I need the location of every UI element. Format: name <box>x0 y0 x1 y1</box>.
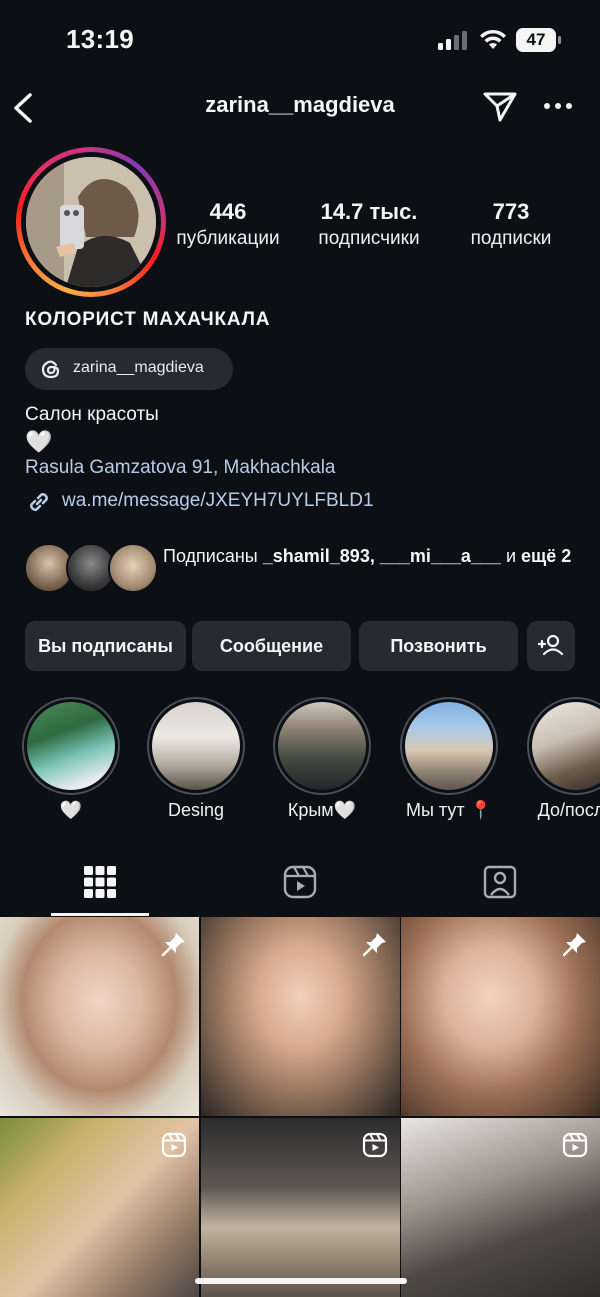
post-thumbnail[interactable] <box>401 1118 600 1297</box>
followed-by-names: _shamil_893, ___mi___a___ <box>262 546 501 566</box>
post-thumbnail[interactable] <box>0 1118 199 1297</box>
add-person-icon <box>537 634 564 656</box>
stat-followers-label: подписчики <box>318 228 420 249</box>
reel-icon <box>362 1132 388 1158</box>
highlight-label: Мы тут 📍 <box>405 800 493 820</box>
profile-address-link[interactable]: Rasula Gamzatova 91, Makhachkala <box>25 457 336 479</box>
highlight-cover <box>278 702 366 790</box>
followed-by-text[interactable]: Подписаны _shamil_893, ___mi___a___ и ещ… <box>163 543 583 569</box>
post-thumbnail[interactable] <box>201 1118 400 1297</box>
tab-tagged[interactable] <box>400 855 600 917</box>
threads-icon <box>41 360 60 379</box>
pin-icon <box>362 933 386 957</box>
highlight-label: Desing <box>167 800 225 820</box>
highlight-label: 🤍 <box>59 800 83 820</box>
reel-icon <box>562 1132 588 1158</box>
stat-followers-value: 14.7 тыс. <box>320 199 418 224</box>
post-thumbnail[interactable] <box>201 917 400 1116</box>
status-time: 13:19 <box>66 24 134 54</box>
stat-posts[interactable]: 446 публикации <box>168 198 288 252</box>
call-button[interactable]: Позвонить <box>359 621 518 671</box>
stat-following-value: 773 <box>492 199 530 224</box>
back-arrow-icon[interactable] <box>8 86 44 130</box>
highlight-label: Крым🤍 <box>287 800 357 820</box>
posts-grid <box>0 917 600 1297</box>
threads-badge[interactable]: zarina__magdieva <box>25 348 233 390</box>
message-button[interactable]: Сообщение <box>192 621 351 671</box>
battery-icon: 47 <box>516 28 562 52</box>
followed-by-more: ещё 2 <box>521 546 572 566</box>
wifi-icon <box>480 29 506 49</box>
send-icon[interactable] <box>480 86 520 126</box>
reel-icon <box>161 1132 187 1158</box>
pin-icon <box>161 933 185 957</box>
grid-icon <box>84 866 116 898</box>
suggest-people-button[interactable] <box>527 621 575 671</box>
profile-category: Салон красоты <box>25 404 159 425</box>
link-icon <box>30 493 48 511</box>
followed-by-joiner: и <box>500 546 522 566</box>
cellular-signal-icon <box>438 31 467 50</box>
highlight-cover <box>405 702 493 790</box>
followed-by-prefix: Подписаны <box>163 546 263 566</box>
stat-following[interactable]: 773 подписки <box>452 198 570 252</box>
highlight-label: До/после <box>537 800 600 820</box>
highlight-cover <box>152 702 240 790</box>
post-thumbnail[interactable] <box>0 917 199 1116</box>
highlight-cover <box>27 702 115 790</box>
reels-icon <box>283 865 317 899</box>
threads-handle: zarina__magdieva <box>73 359 204 376</box>
pin-icon <box>562 933 586 957</box>
bio-emoji: 🤍 <box>25 429 53 454</box>
avatar <box>108 543 158 593</box>
tagged-icon <box>483 865 517 899</box>
battery-level: 47 <box>526 30 546 49</box>
more-options-icon[interactable] <box>538 86 578 126</box>
avatar <box>26 157 156 287</box>
status-bar: 13:19 47 <box>0 0 600 80</box>
tab-posts-grid[interactable] <box>0 855 200 917</box>
following-button[interactable]: Вы подписаны <box>25 621 186 671</box>
active-tab-indicator <box>51 913 149 916</box>
stat-followers[interactable]: 14.7 тыс. подписчики <box>303 198 435 252</box>
tab-reels[interactable] <box>200 855 400 917</box>
profile-avatar-story-ring[interactable] <box>16 147 166 297</box>
stat-posts-value: 446 <box>209 199 247 224</box>
stat-following-label: подписки <box>470 228 552 249</box>
post-thumbnail[interactable] <box>401 917 600 1116</box>
home-indicator[interactable] <box>195 1278 407 1284</box>
profile-tabs <box>0 855 600 917</box>
profile-username: zarina__magdieva <box>205 92 395 117</box>
profile-external-link[interactable]: wa.me/message/JXEYH7UYLFBLD1 <box>62 490 374 512</box>
profile-display-name: КОЛОРИСТ МАХАЧКАЛА <box>25 309 271 330</box>
mutual-followers-avatars[interactable] <box>24 543 158 595</box>
profile-header: zarina__magdieva <box>0 80 600 136</box>
stat-posts-label: публикации <box>176 228 280 249</box>
